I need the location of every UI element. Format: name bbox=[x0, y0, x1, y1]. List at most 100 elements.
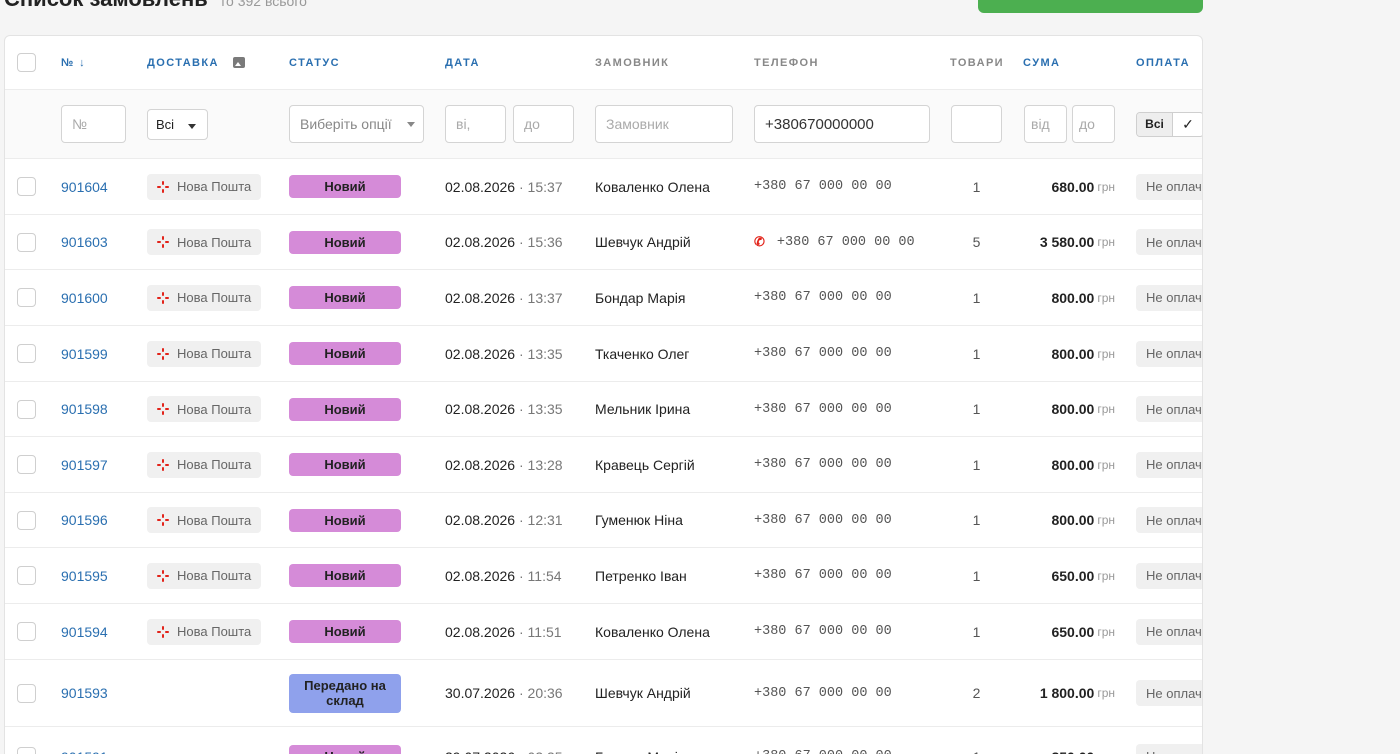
status-badge: Новий bbox=[289, 342, 401, 365]
customer-name: Бондар Марія bbox=[595, 727, 685, 754]
items-count: 1 bbox=[972, 345, 981, 362]
table-row[interactable]: 901596 Нова Пошта Новий 02.08.2026 · 12:… bbox=[5, 493, 1202, 548]
payment-status-badge[interactable]: Не оплачено bbox=[1136, 680, 1202, 706]
row-checkbox[interactable] bbox=[17, 747, 36, 754]
customer-filter-input[interactable] bbox=[595, 105, 733, 143]
order-date: 02.08.2026 · 13:35 bbox=[445, 401, 563, 417]
number-filter-input[interactable] bbox=[61, 105, 126, 143]
sum-from-input[interactable] bbox=[1024, 105, 1067, 143]
table-row[interactable]: 901599 Нова Пошта Новий 02.08.2026 · 13:… bbox=[5, 326, 1202, 382]
status-filter-select[interactable]: Виберіть опції bbox=[289, 105, 424, 143]
table-row[interactable]: 901603 Нова Пошта Новий 02.08.2026 · 15:… bbox=[5, 215, 1202, 270]
header-sum[interactable]: Сума bbox=[1023, 36, 1060, 89]
order-number-link[interactable]: 901604 bbox=[61, 159, 108, 214]
payment-status-badge[interactable]: Не оплачено bbox=[1136, 618, 1202, 645]
row-checkbox[interactable] bbox=[17, 288, 36, 307]
payment-status-badge[interactable]: Не оплачено bbox=[1136, 396, 1202, 422]
row-checkbox[interactable] bbox=[17, 683, 36, 703]
payment-all-option[interactable]: Всі bbox=[1137, 112, 1173, 136]
customer-phone: +380 67 000 00 00 bbox=[754, 568, 892, 583]
sort-down-icon: ↓ bbox=[79, 56, 87, 69]
order-sum: 1 800.00 грн bbox=[1039, 685, 1115, 701]
header-status[interactable]: Статус bbox=[289, 36, 340, 89]
items-filter-input[interactable] bbox=[951, 105, 1002, 143]
order-date: 02.08.2026 · 15:36 bbox=[445, 234, 563, 250]
customer-phone: +380 67 000 00 00 bbox=[754, 512, 892, 528]
nova-poshta-icon bbox=[157, 514, 169, 526]
order-number-link[interactable]: 901598 bbox=[61, 382, 108, 436]
date-from-input[interactable] bbox=[445, 105, 506, 143]
delivery-badge: Нова Пошта bbox=[147, 396, 262, 422]
payment-status-badge[interactable]: Не оплачено bbox=[1136, 173, 1202, 200]
header-date[interactable]: Дата bbox=[445, 36, 480, 89]
payment-status-badge[interactable]: Не оплачено bbox=[1136, 340, 1202, 367]
payment-status-badge[interactable]: Не оплачено bbox=[1136, 284, 1202, 311]
delivery-badge: Нова Пошта bbox=[147, 284, 262, 311]
orders-table: № ↓ Доставка Статус Дата Замовник Телефо… bbox=[4, 35, 1203, 754]
image-icon[interactable] bbox=[232, 57, 245, 68]
date-to-input[interactable] bbox=[513, 105, 574, 143]
order-sum: 3 580.00 грн bbox=[1039, 234, 1115, 250]
row-checkbox[interactable] bbox=[17, 455, 36, 474]
table-row[interactable]: 901598 Нова Пошта Новий 02.08.2026 · 13:… bbox=[5, 382, 1202, 437]
phone-off-icon: ✆ bbox=[754, 234, 765, 250]
sort-by-number[interactable]: № ↓ bbox=[61, 36, 86, 89]
row-checkbox[interactable] bbox=[17, 622, 36, 641]
row-checkbox[interactable] bbox=[17, 399, 36, 419]
row-checkbox[interactable] bbox=[17, 177, 36, 196]
chevron-down-icon bbox=[188, 123, 197, 129]
table-row[interactable]: 901604 Нова Пошта Новий 02.08.2026 · 15:… bbox=[5, 159, 1202, 215]
nova-poshta-icon bbox=[157, 236, 169, 248]
payment-status-badge[interactable]: Не оплачено bbox=[1136, 562, 1202, 589]
table-row[interactable]: 901597 Нова Пошта Новий 02.08.2026 · 13:… bbox=[5, 437, 1202, 493]
customer-phone: +380 67 000 00 00 bbox=[754, 179, 892, 194]
status-badge: Новий bbox=[289, 397, 401, 421]
delivery-badge: Нова Пошта bbox=[147, 173, 262, 200]
payment-status-badge[interactable]: Не оплачено bbox=[1136, 451, 1202, 478]
order-date: 02.08.2026 · 13:28 bbox=[445, 456, 563, 473]
order-sum: 650.00 грн bbox=[1051, 623, 1115, 640]
table-row[interactable]: 901591 Новий 29.07.2026 · 03:35 Бондар М… bbox=[5, 727, 1202, 754]
status-badge: Новий bbox=[289, 230, 401, 254]
order-number-link[interactable]: 901593 bbox=[61, 660, 108, 726]
table-row[interactable]: 901600 Нова Пошта Новий 02.08.2026 · 13:… bbox=[5, 270, 1202, 326]
customer-name: Коваленко Олена bbox=[595, 623, 710, 640]
order-number-link[interactable]: 901600 bbox=[61, 270, 108, 325]
order-number-link[interactable]: 901594 bbox=[61, 604, 108, 659]
order-number-link[interactable]: 901596 bbox=[61, 493, 108, 547]
header-delivery[interactable]: Доставка bbox=[147, 36, 245, 89]
table-row[interactable]: 901593 Передано на склад 30.07.2026 · 20… bbox=[5, 660, 1202, 727]
select-all-checkbox[interactable] bbox=[17, 53, 36, 72]
table-row[interactable]: 901595 Нова Пошта Новий 02.08.2026 · 11:… bbox=[5, 548, 1202, 604]
order-sum: 800.00 грн bbox=[1051, 401, 1115, 417]
order-sum: 800.00 грн bbox=[1051, 512, 1115, 528]
create-order-button[interactable] bbox=[978, 0, 1203, 13]
customer-phone: +380 67 000 00 00 bbox=[754, 457, 892, 472]
order-sum: 650.00 грн bbox=[1051, 567, 1115, 584]
status-badge: Передано на склад bbox=[289, 673, 401, 713]
row-checkbox[interactable] bbox=[17, 566, 36, 585]
row-checkbox[interactable] bbox=[17, 510, 36, 530]
order-number-link[interactable]: 901595 bbox=[61, 548, 108, 603]
items-count: 1 bbox=[972, 178, 981, 195]
payment-status-badge[interactable]: Не оплачено bbox=[1136, 507, 1202, 533]
order-number-link[interactable]: 901599 bbox=[61, 326, 108, 381]
order-number-link[interactable]: 901597 bbox=[61, 437, 108, 492]
nova-poshta-icon bbox=[157, 291, 169, 304]
header-phone: Телефон bbox=[754, 56, 819, 69]
header-payment[interactable]: Оплата bbox=[1136, 36, 1190, 89]
order-number-link[interactable]: 901591 bbox=[61, 727, 108, 754]
payment-status-badge[interactable]: Не оплачено bbox=[1136, 743, 1202, 754]
sum-to-input[interactable] bbox=[1072, 105, 1115, 143]
customer-phone: +380 67 000 00 00 bbox=[754, 624, 892, 639]
row-checkbox[interactable] bbox=[17, 232, 36, 252]
delivery-filter-select[interactable]: Всі bbox=[147, 108, 208, 140]
chevron-down-icon bbox=[407, 121, 415, 127]
phone-filter-input[interactable] bbox=[754, 105, 930, 143]
table-row[interactable]: 901594 Нова Пошта Новий 02.08.2026 · 11:… bbox=[5, 604, 1202, 660]
row-checkbox[interactable] bbox=[17, 344, 36, 363]
check-icon[interactable]: ✓ bbox=[1173, 113, 1202, 136]
order-number-link[interactable]: 901603 bbox=[61, 215, 108, 269]
items-count: 2 bbox=[972, 685, 981, 701]
payment-status-badge[interactable]: Не оплачено bbox=[1136, 229, 1202, 255]
